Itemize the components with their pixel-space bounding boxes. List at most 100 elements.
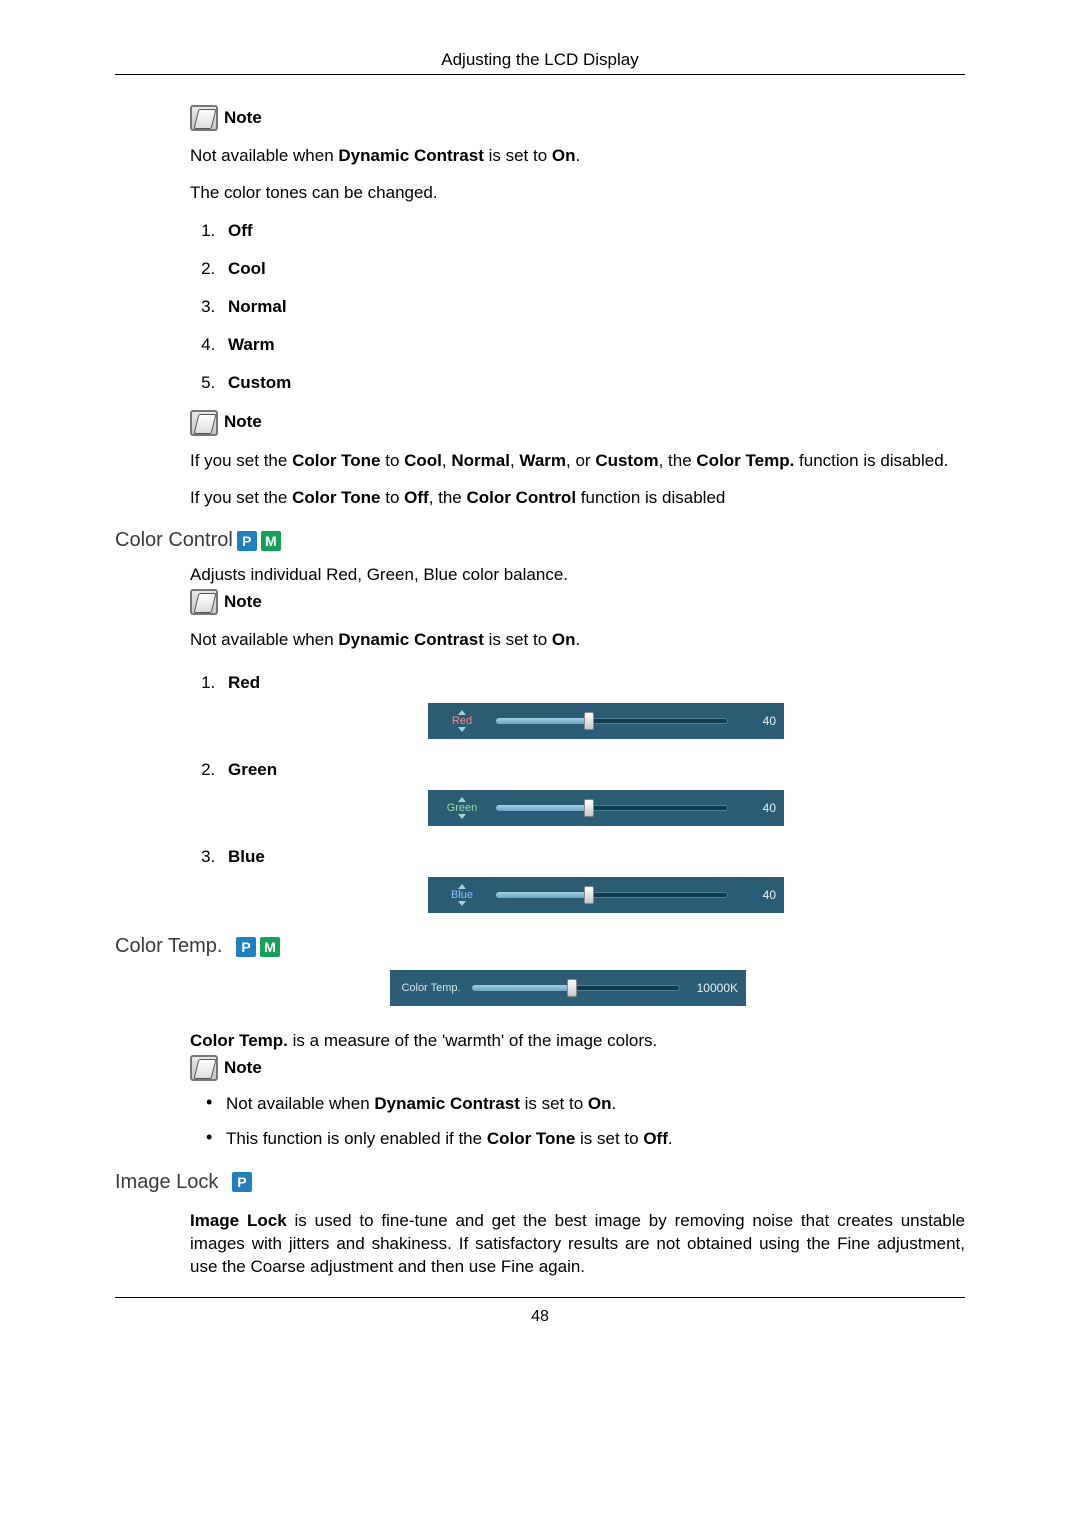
t: Color Tone: [292, 451, 380, 470]
t: Dynamic Contrast: [338, 146, 483, 165]
t: .: [576, 630, 581, 649]
t: is a measure of the 'warmth' of the imag…: [288, 1031, 657, 1050]
slider-fill: [496, 805, 589, 811]
t: is used to fine-tune and get the best im…: [190, 1211, 965, 1276]
t: Dynamic Contrast: [338, 630, 483, 649]
chevron-down-icon: [458, 814, 466, 819]
list-item: Off: [220, 220, 965, 243]
t: Cool: [404, 451, 442, 470]
slider-color-temp: Color Temp. 10000K: [390, 970, 746, 1006]
heading-text: Color Control: [115, 527, 233, 554]
t: .: [612, 1094, 617, 1113]
t: , the: [429, 488, 467, 507]
para-not-available-1: Not available when Dynamic Contrast is s…: [190, 145, 965, 168]
document-page: Adjusting the LCD Display Note Not avail…: [0, 0, 1080, 1366]
t: If you set the: [190, 451, 292, 470]
t: Color Control: [467, 488, 577, 507]
t: Off: [643, 1129, 668, 1148]
slider-track: [496, 718, 728, 724]
slider-label-green: Green: [447, 802, 478, 814]
t: Color Tone: [292, 488, 380, 507]
page-number: 48: [0, 1308, 1080, 1326]
note-icon: [190, 1055, 218, 1081]
top-rule: [115, 74, 965, 75]
list-item-blue: Blue Blue 40: [220, 846, 965, 913]
t: This function is only enabled if the: [226, 1129, 487, 1148]
slider-blue: Blue 40: [428, 877, 784, 913]
heading-image-lock: Image Lock P: [115, 1169, 965, 1196]
slider-fill: [472, 985, 572, 991]
note-icon: [190, 105, 218, 131]
slider-thumb: [584, 712, 594, 730]
opt-normal: Normal: [228, 297, 287, 316]
slider-thumb: [584, 799, 594, 817]
bottom-rule: [115, 1297, 965, 1298]
t: is set to: [484, 630, 552, 649]
slider-label-red: Red: [452, 715, 472, 727]
tag-p-icon: P: [232, 1172, 252, 1192]
list-item: Cool: [220, 258, 965, 281]
t: Image Lock: [190, 1211, 287, 1230]
note-label: Note: [224, 591, 262, 614]
t: function is disabled: [576, 488, 725, 507]
t: .: [668, 1129, 673, 1148]
t: is set to: [575, 1129, 643, 1148]
page-header: Adjusting the LCD Display: [0, 50, 1080, 70]
t: is set to: [484, 146, 552, 165]
chevron-down-icon: [458, 727, 466, 732]
note-label: Note: [224, 1057, 262, 1080]
opt-off: Off: [228, 221, 253, 240]
t: Color Temp.: [696, 451, 794, 470]
label-red: Red: [228, 673, 260, 692]
chevron-down-icon: [458, 901, 466, 906]
t: Dynamic Contrast: [374, 1094, 519, 1113]
label-blue: Blue: [228, 847, 265, 866]
heading-text: Image Lock: [115, 1169, 218, 1196]
t: Warm: [519, 451, 566, 470]
slider-value-green: 40: [734, 800, 776, 816]
t: On: [588, 1094, 612, 1113]
t: is set to: [520, 1094, 588, 1113]
slider-value-red: 40: [734, 713, 776, 729]
slider-value-colortemp: 10000K: [686, 980, 738, 996]
t: to: [381, 451, 405, 470]
tag-p-icon: P: [237, 531, 257, 551]
list-item: Custom: [220, 372, 965, 395]
slider-red: Red 40: [428, 703, 784, 739]
slider-label-blue: Blue: [451, 889, 473, 901]
content-area: Note Not available when Dynamic Contrast…: [115, 105, 965, 1279]
para-image-lock: Image Lock is used to fine-tune and get …: [190, 1210, 965, 1279]
t: Custom: [595, 451, 658, 470]
t: On: [552, 146, 576, 165]
slider-track: [472, 985, 680, 991]
slider-track: [496, 805, 728, 811]
t: to: [381, 488, 405, 507]
list-item-green: Green Green 40: [220, 759, 965, 826]
heading-color-control: Color Control P M: [115, 527, 965, 554]
t: If you set the: [190, 488, 292, 507]
t: ,: [510, 451, 519, 470]
t: On: [552, 630, 576, 649]
heading-color-temp: Color Temp. P M: [115, 933, 965, 960]
t: , or: [566, 451, 595, 470]
slider-thumb: [584, 886, 594, 904]
para-colortemp-desc: Color Temp. is a measure of the 'warmth'…: [190, 1030, 965, 1053]
tag-m-icon: M: [260, 937, 280, 957]
para-color-control-intro: Adjusts individual Red, Green, Blue colo…: [190, 564, 965, 587]
para-disable-temp: If you set the Color Tone to Cool, Norma…: [190, 450, 965, 473]
t: ,: [442, 451, 451, 470]
slider-label-colortemp: Color Temp.: [401, 982, 460, 994]
t: function is disabled.: [794, 451, 948, 470]
opt-custom: Custom: [228, 373, 291, 392]
slider-fill: [496, 718, 589, 724]
list-item: Warm: [220, 334, 965, 357]
opt-warm: Warm: [228, 335, 275, 354]
t: .: [576, 146, 581, 165]
slider-fill: [496, 892, 589, 898]
t: Normal: [451, 451, 510, 470]
rgb-list: Red Red 40: [190, 672, 965, 913]
color-tone-options: Off Cool Normal Warm Custom: [190, 220, 965, 395]
list-item: Normal: [220, 296, 965, 319]
para-tones-changed: The color tones can be changed.: [190, 182, 965, 205]
tag-m-icon: M: [261, 531, 281, 551]
